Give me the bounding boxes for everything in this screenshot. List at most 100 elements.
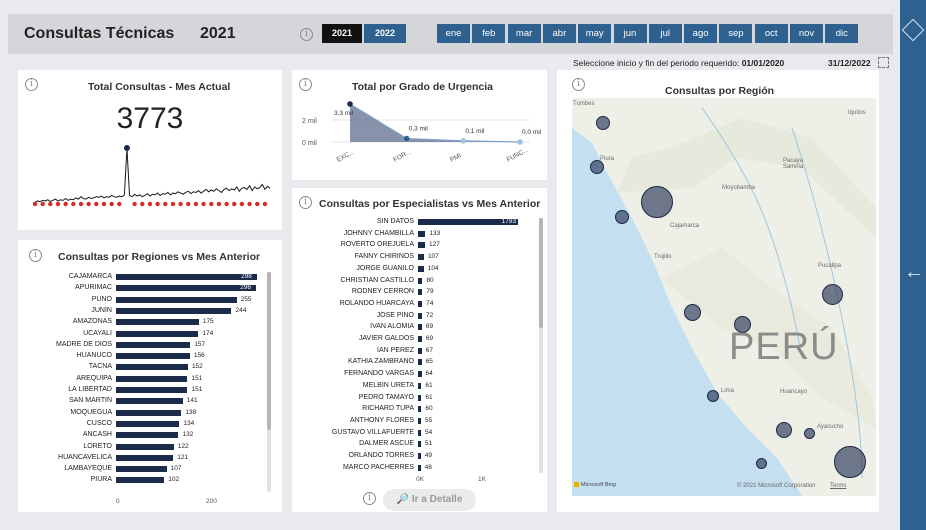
month-button-jul[interactable]: jul <box>648 24 682 43</box>
sparkline-point[interactable] <box>186 201 191 207</box>
bar[interactable] <box>116 454 174 461</box>
bar[interactable] <box>418 265 424 272</box>
month-button-dic[interactable]: dic <box>825 24 859 43</box>
bar[interactable] <box>116 307 232 314</box>
bar[interactable] <box>116 409 182 416</box>
sparkline-point[interactable] <box>86 201 91 207</box>
year-button-2022[interactable]: 2022 <box>364 24 406 43</box>
bar[interactable] <box>418 382 422 389</box>
specialists-scrollbar[interactable] <box>539 218 543 473</box>
info-icon[interactable]: i <box>572 78 585 91</box>
month-button-abr[interactable]: abr <box>542 24 576 43</box>
bar[interactable] <box>418 347 422 354</box>
sparkline-point[interactable] <box>63 201 68 207</box>
sparkline-point[interactable] <box>239 201 245 207</box>
expand-icon[interactable] <box>878 57 889 68</box>
bar[interactable] <box>418 371 422 378</box>
sparkline-point[interactable] <box>232 201 237 207</box>
bar[interactable] <box>116 330 199 337</box>
sparkline-point[interactable] <box>48 201 53 207</box>
bar[interactable] <box>418 429 421 436</box>
map-bubble[interactable] <box>596 116 610 130</box>
bar[interactable] <box>116 443 174 450</box>
sparkline-point[interactable] <box>163 201 168 207</box>
bar[interactable] <box>116 432 179 439</box>
sparkline-point[interactable] <box>247 201 252 207</box>
map-bubble[interactable] <box>615 210 629 224</box>
sparkline-point[interactable] <box>255 201 260 207</box>
sparkline-point[interactable] <box>147 201 153 207</box>
bar[interactable] <box>418 441 421 448</box>
map-bubble[interactable] <box>804 428 815 439</box>
month-button-ago[interactable]: ago <box>684 24 718 43</box>
sparkline-point[interactable] <box>209 201 214 207</box>
bar[interactable] <box>418 453 421 459</box>
specialists-scroll-thumb[interactable] <box>539 218 543 328</box>
month-button-ene[interactable]: ene <box>437 24 470 43</box>
bar[interactable] <box>418 336 422 342</box>
sparkline-point[interactable] <box>201 201 206 207</box>
sparkline-point[interactable] <box>193 201 199 207</box>
urgency-point[interactable] <box>347 101 353 107</box>
bar[interactable] <box>418 230 426 237</box>
bar[interactable] <box>418 254 424 261</box>
bar[interactable] <box>418 417 422 424</box>
clear-filters-icon[interactable] <box>901 18 925 42</box>
map-bubble[interactable] <box>684 304 701 321</box>
map-bubble[interactable] <box>707 390 719 402</box>
bar[interactable] <box>116 285 257 292</box>
map-bubble[interactable] <box>776 422 792 438</box>
regions-scroll-thumb[interactable] <box>267 272 271 430</box>
sparkline-point[interactable] <box>140 201 145 207</box>
sparkline-point[interactable] <box>32 201 38 207</box>
info-icon[interactable]: i <box>300 28 313 41</box>
bar[interactable] <box>116 319 199 326</box>
period-start-date[interactable]: 01/01/2020 <box>742 58 785 68</box>
sparkline-point[interactable] <box>109 201 114 207</box>
region-map[interactable]: Tumbes Piura Cajamarca Trujillo Moyobamb… <box>572 98 876 496</box>
map-bubble[interactable] <box>641 186 673 218</box>
bar[interactable] <box>116 364 188 371</box>
map-bubble[interactable] <box>834 446 866 478</box>
bar[interactable] <box>116 274 258 280</box>
bar[interactable] <box>116 466 167 473</box>
bar[interactable] <box>418 277 423 284</box>
go-to-detail-button[interactable]: 🔎 Ir a Detalle <box>383 489 476 511</box>
sparkline-point[interactable] <box>123 145 130 151</box>
bar[interactable] <box>116 296 237 303</box>
month-button-sep[interactable]: sep <box>719 24 753 43</box>
bar[interactable] <box>418 359 422 366</box>
bar[interactable] <box>418 324 422 331</box>
bar[interactable] <box>418 289 423 296</box>
bar[interactable] <box>116 398 183 405</box>
bar[interactable] <box>418 242 426 249</box>
month-button-jun[interactable]: jun <box>613 24 647 43</box>
map-bubble[interactable] <box>822 284 843 305</box>
sparkline-point[interactable] <box>155 201 160 207</box>
sparkline-point[interactable] <box>78 201 84 207</box>
urgency-point[interactable] <box>517 139 523 145</box>
sparkline-point[interactable] <box>40 201 45 207</box>
sparkline-point[interactable] <box>170 201 176 207</box>
sparkline-point[interactable] <box>132 201 137 207</box>
info-icon[interactable]: i <box>25 78 38 91</box>
bar[interactable] <box>418 464 421 471</box>
sparkline-point[interactable] <box>262 201 268 207</box>
info-icon[interactable]: i <box>299 78 312 91</box>
map-bubble[interactable] <box>756 458 767 469</box>
month-button-mar[interactable]: mar <box>507 24 541 43</box>
urgency-point[interactable] <box>403 135 410 142</box>
back-arrow-icon[interactable]: ← <box>904 262 924 282</box>
month-button-nov[interactable]: nov <box>790 24 823 43</box>
bar[interactable] <box>418 406 422 413</box>
info-icon[interactable]: i <box>363 492 376 505</box>
month-button-may[interactable]: may <box>578 24 612 43</box>
map-terms-link[interactable]: Terms <box>830 483 846 489</box>
sparkline-point[interactable] <box>178 201 183 207</box>
bar[interactable] <box>116 420 180 427</box>
month-button-oct[interactable]: oct <box>754 24 788 43</box>
bar[interactable] <box>418 312 422 319</box>
sparkline-point[interactable] <box>224 201 229 207</box>
sparkline-point[interactable] <box>55 201 61 207</box>
bar[interactable] <box>116 387 188 393</box>
